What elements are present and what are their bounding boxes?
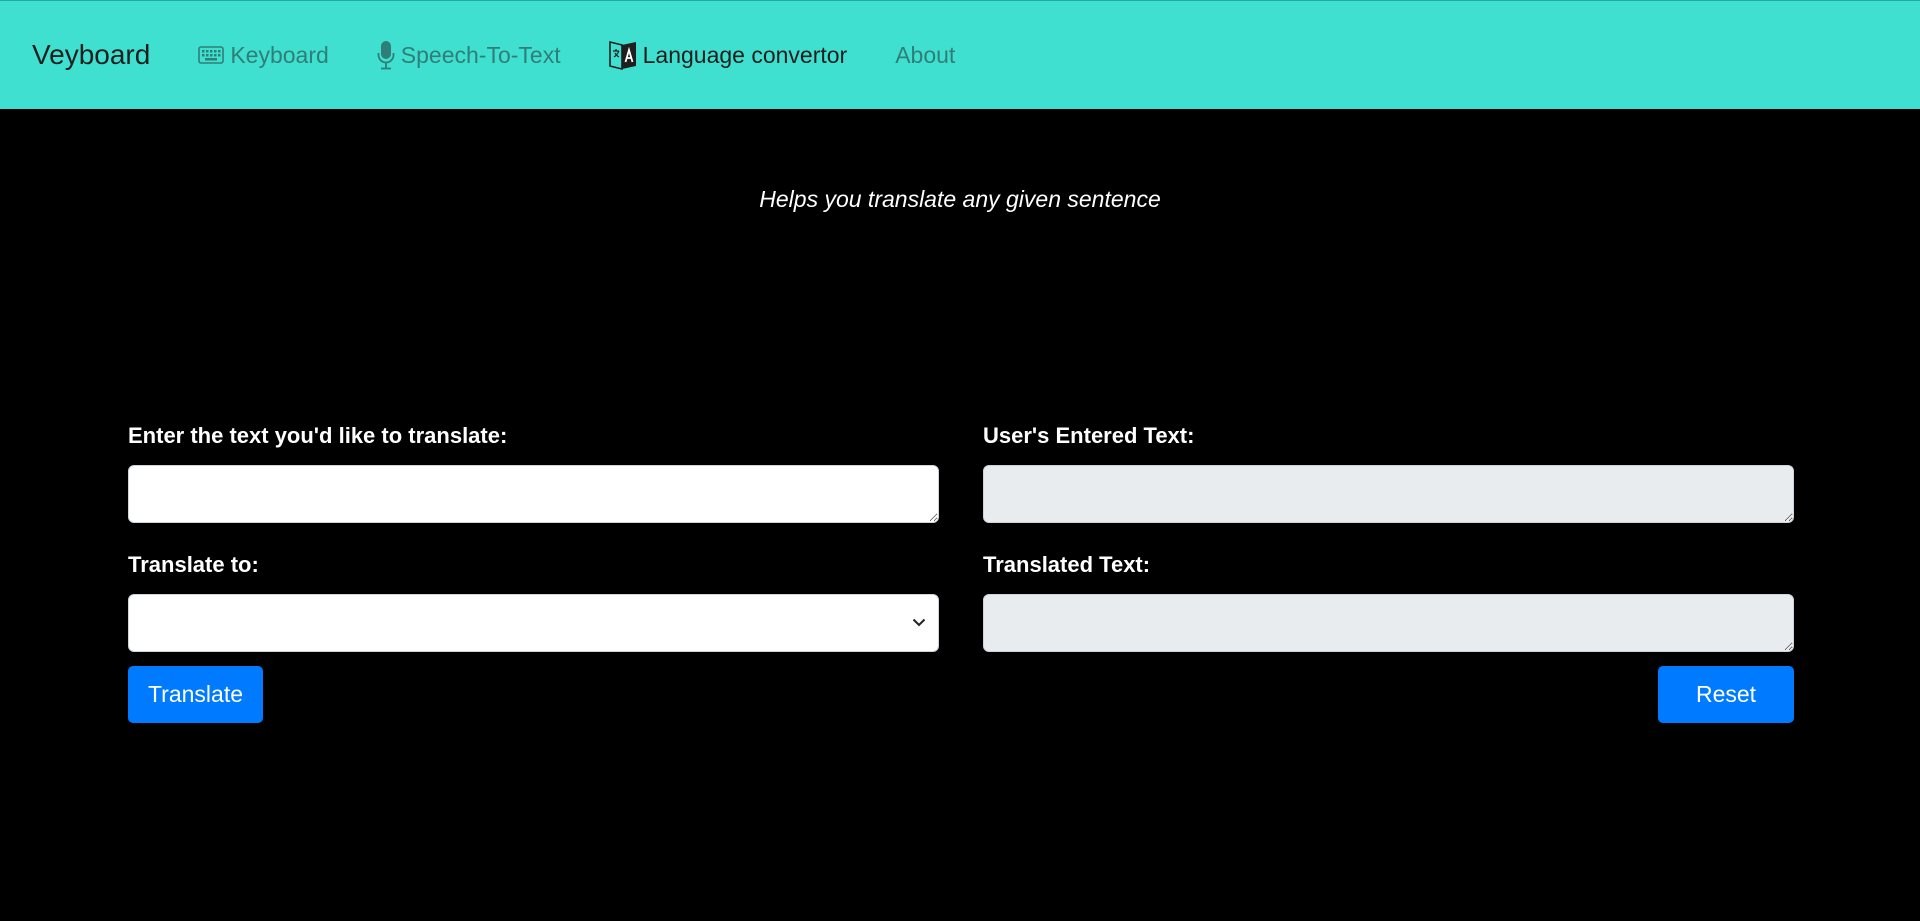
translate-to-label: Translate to: [128,552,259,577]
entered-text-label: User's Entered Text: [983,423,1195,448]
brand-link[interactable]: Veyboard [32,39,150,71]
nav-item-keyboard-label: Keyboard [230,41,329,68]
translated-text-field[interactable] [983,594,1794,652]
translate-button[interactable]: Translate [128,666,263,723]
page-tagline: Helps you translate any given sentence [759,186,1161,212]
nav-item-language-convertor-label: Language convertor [642,41,848,68]
translated-text-label: Translated Text: [983,552,1151,577]
keyboard-icon [198,46,225,64]
chevron-down-icon [912,614,926,632]
nav-item-keyboard[interactable]: Keyboard [198,41,329,69]
microphone-icon [377,40,395,70]
nav-item-speech-to-text[interactable]: Speech-To-Text [377,40,561,70]
nav-item-about[interactable]: About [895,42,955,69]
entered-text-field[interactable] [983,465,1794,523]
nav-item-speech-to-text-label: Speech-To-Text [400,41,561,68]
nav-item-about-label: About [895,41,956,68]
navbar: Veyboard Keyboard Speech-To-Text Languag… [0,0,1920,109]
nav-item-language-convertor[interactable]: Language convertor [608,39,848,71]
translate-icon [608,39,637,71]
input-text-label: Enter the text you'd like to translate: [128,423,508,448]
input-text-field[interactable] [128,465,939,523]
reset-button[interactable]: Reset [1658,666,1794,723]
language-select[interactable] [128,594,939,652]
